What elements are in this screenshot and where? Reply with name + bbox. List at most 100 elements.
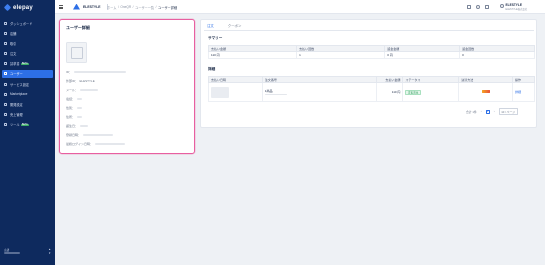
sidebar-item-users[interactable]: ユーザー xyxy=(2,69,53,78)
sidebar-item-tools[interactable]: ツール BETA xyxy=(2,121,53,129)
top-header: ELESTYLE ホーム / OneQR / ユーザー一覧 / ユーザー詳細 E… xyxy=(55,0,545,14)
sidebar-item-transactions[interactable]: 取引 xyxy=(2,39,53,47)
language-label: 言語 xyxy=(4,249,10,253)
breadcrumb-home[interactable]: ホーム xyxy=(107,5,116,10)
table-row[interactable]: 1商品 110 円 支払済み 詳細 xyxy=(208,82,535,102)
invoice-icon xyxy=(4,62,7,66)
field-value xyxy=(76,107,82,109)
sales-icon xyxy=(4,113,7,117)
next-page-button[interactable]: › xyxy=(492,110,496,114)
account-company: ELESTYLE株式会社 xyxy=(505,8,528,11)
breadcrumb-separator: / xyxy=(155,5,157,10)
code-icon xyxy=(4,103,7,106)
field-value xyxy=(82,134,113,136)
field-gender: 性別： xyxy=(66,106,82,110)
table-cell: 1 xyxy=(296,51,386,59)
app-logo[interactable]: elepay xyxy=(3,3,33,12)
menu-toggle-icon[interactable] xyxy=(59,5,63,9)
field-address: 住所： xyxy=(66,115,82,119)
table-cell: 0 円 xyxy=(384,51,461,59)
sidebar-item-stores[interactable]: 店舗 xyxy=(2,29,53,37)
breadcrumb-oneqr[interactable]: OneQR xyxy=(120,5,131,10)
language-selector[interactable]: 言語 xyxy=(4,248,20,255)
page-1-button[interactable]: 1 xyxy=(485,109,490,114)
total-count: 合計 1件 xyxy=(466,109,477,114)
field-value xyxy=(79,89,98,91)
sidebar-item-invoices[interactable]: 請求書 BETA xyxy=(2,60,53,68)
field-value xyxy=(94,143,125,145)
field-value xyxy=(79,125,88,127)
user-detail-card: ユーザー詳細 ID： 外部ID： ELESTYLE メール： 電話： 性別： 住所… xyxy=(59,19,195,154)
field-label: 誕生日： xyxy=(66,124,79,128)
sidebar-item-marketplace[interactable]: Marketplace xyxy=(2,90,53,98)
sidebar-item-label: 注文 xyxy=(10,52,17,57)
tool-icon xyxy=(4,123,7,127)
language-toggle[interactable]: ▲ ▼ xyxy=(48,248,51,255)
transactions-icon xyxy=(4,41,7,45)
store-icon xyxy=(4,31,7,35)
sidebar-item-developer[interactable]: 開発設定 xyxy=(2,101,53,109)
logo-icon xyxy=(3,3,12,12)
sidebar-item-label: ダッシュボード xyxy=(10,21,33,26)
order-number: 1商品 xyxy=(264,88,273,93)
field-label: 性別： xyxy=(66,106,76,110)
sidebar-item-label: 開発設定 xyxy=(10,103,23,107)
language-value xyxy=(4,252,20,255)
download-icon[interactable] xyxy=(485,4,489,9)
notification-icon[interactable] xyxy=(467,4,471,9)
order-icon xyxy=(4,52,7,56)
field-email: メール： xyxy=(66,88,98,92)
product-thumbnail xyxy=(211,86,229,98)
sidebar-item-sales[interactable]: 売上管理 xyxy=(2,111,53,119)
sidebar-item-label: 取引 xyxy=(10,41,17,46)
service-icon xyxy=(4,82,7,86)
field-value xyxy=(76,116,82,118)
field-label: 住所： xyxy=(66,115,76,119)
field-last-login: 最終ログイン日時： xyxy=(66,142,125,146)
user-icon xyxy=(4,72,7,76)
status-badge: 支払済み xyxy=(405,89,421,96)
help-icon[interactable] xyxy=(476,4,480,9)
sidebar-item-label: 請求書 xyxy=(10,62,20,67)
table-cell: 0 xyxy=(459,51,535,59)
card-title: ユーザー詳細 xyxy=(66,25,90,30)
sidebar-nav: ダッシュボード 店舗 取引 注文 請求書 BETA ユーザー サービス設定 Mar… xyxy=(2,19,53,131)
table-cell: 1商品 xyxy=(261,82,378,102)
breadcrumb-user-list[interactable]: ユーザー一覧 xyxy=(135,5,154,10)
table-cell: 110 円 xyxy=(376,82,404,102)
table-cell: 支払済み xyxy=(402,82,460,102)
summary-table: 支払い金額 支払い回数 返金金額 返金回数 110 円 1 0 円 0 xyxy=(207,45,535,59)
field-id: ID： xyxy=(66,70,126,74)
table-cell xyxy=(458,82,514,102)
sidebar-item-service-settings[interactable]: サービス設定 xyxy=(2,80,53,88)
field-phone: 電話： xyxy=(66,97,82,101)
brand-logo-icon xyxy=(73,3,80,10)
sidebar-item-label: ユーザー xyxy=(10,72,23,77)
table-cell xyxy=(208,82,263,102)
header-actions xyxy=(467,4,489,9)
breadcrumb: ホーム / OneQR / ユーザー一覧 / ユーザー詳細 xyxy=(107,5,177,10)
order-id xyxy=(264,93,287,96)
user-avatar-icon xyxy=(500,4,504,9)
field-label: 最終ログイン日時： xyxy=(66,142,94,146)
sidebar-item-dashboard[interactable]: ダッシュボード xyxy=(2,19,53,27)
brand-name: ELESTYLE xyxy=(83,4,101,9)
image-placeholder-icon xyxy=(71,47,83,59)
detail-title: 詳細 xyxy=(208,67,216,71)
field-external-id: 外部ID： ELESTYLE xyxy=(66,79,95,83)
sidebar-item-orders[interactable]: 注文 xyxy=(2,50,53,58)
sidebar: elepay ダッシュボード 店舗 取引 注文 請求書 BETA ユーザー サービ… xyxy=(0,0,55,265)
orders-card: 注文 クーポン サマリー 支払い金額 支払い回数 返金金額 返金回数 110 円… xyxy=(200,19,537,128)
chevron-down-icon: ▼ xyxy=(48,251,51,255)
brand[interactable]: ELESTYLE xyxy=(73,3,108,10)
page-size-select[interactable]: 10 / ページ xyxy=(498,108,518,115)
breadcrumb-separator: / xyxy=(117,5,119,10)
beta-badge: BETA xyxy=(21,123,29,127)
prev-page-button[interactable]: ‹ xyxy=(479,110,483,114)
field-value: ELESTYLE xyxy=(79,79,95,83)
sidebar-footer: 言語 ▲ ▼ xyxy=(4,248,51,255)
detail-link[interactable]: 詳細 xyxy=(515,90,521,94)
sidebar-item-label: 売上管理 xyxy=(10,113,23,118)
table-cell: 詳細 xyxy=(512,82,535,102)
account-menu[interactable]: ELESTYLE ELESTYLE株式会社 xyxy=(500,3,527,11)
